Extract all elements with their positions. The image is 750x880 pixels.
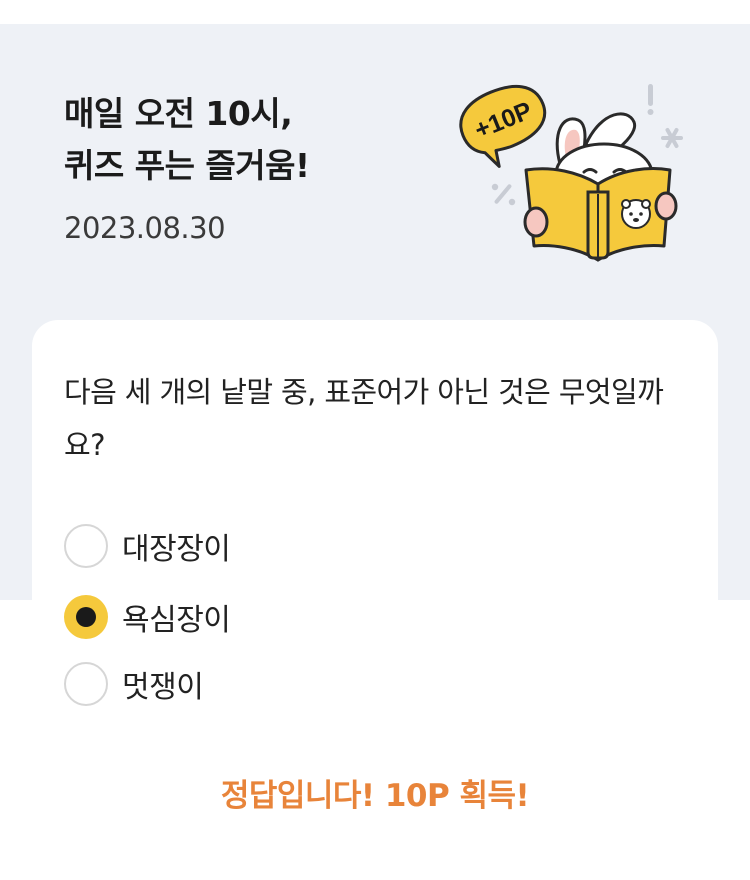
book-icon bbox=[523, 167, 678, 262]
option-label: 멋쟁이 bbox=[122, 670, 204, 705]
radio-button-unchecked-icon[interactable] bbox=[64, 524, 108, 568]
option-3[interactable]: 멋쟁이 bbox=[64, 660, 464, 708]
title-line-1: 매일 오전 10시, bbox=[64, 94, 293, 133]
points-badge: +10P bbox=[459, 84, 547, 168]
status-bar-area bbox=[0, 0, 750, 24]
radio-button-checked-icon[interactable] bbox=[64, 595, 108, 639]
option-2[interactable]: 욕심장이 bbox=[64, 593, 464, 641]
quiz-date: 2023.08.30 bbox=[64, 211, 226, 245]
option-label: 대장장이 bbox=[122, 532, 231, 567]
page-title: 매일 오전 10시, 퀴즈 푸는 즐거움! bbox=[64, 88, 310, 192]
result-message: 정답입니다! 10P 획득! bbox=[220, 778, 530, 814]
option-1[interactable]: 대장장이 bbox=[64, 522, 464, 570]
radio-dot bbox=[76, 607, 96, 627]
option-label: 욕심장이 bbox=[122, 603, 231, 638]
radio-button-unchecked-icon[interactable] bbox=[64, 662, 108, 706]
title-line-2: 퀴즈 푸는 즐거움! bbox=[64, 146, 310, 185]
rabbit-reading-book-icon: +10P bbox=[459, 84, 683, 262]
quiz-question: 다음 세 개의 낱말 중, 표준어가 아닌 것은 무엇일까요? bbox=[64, 375, 664, 462]
